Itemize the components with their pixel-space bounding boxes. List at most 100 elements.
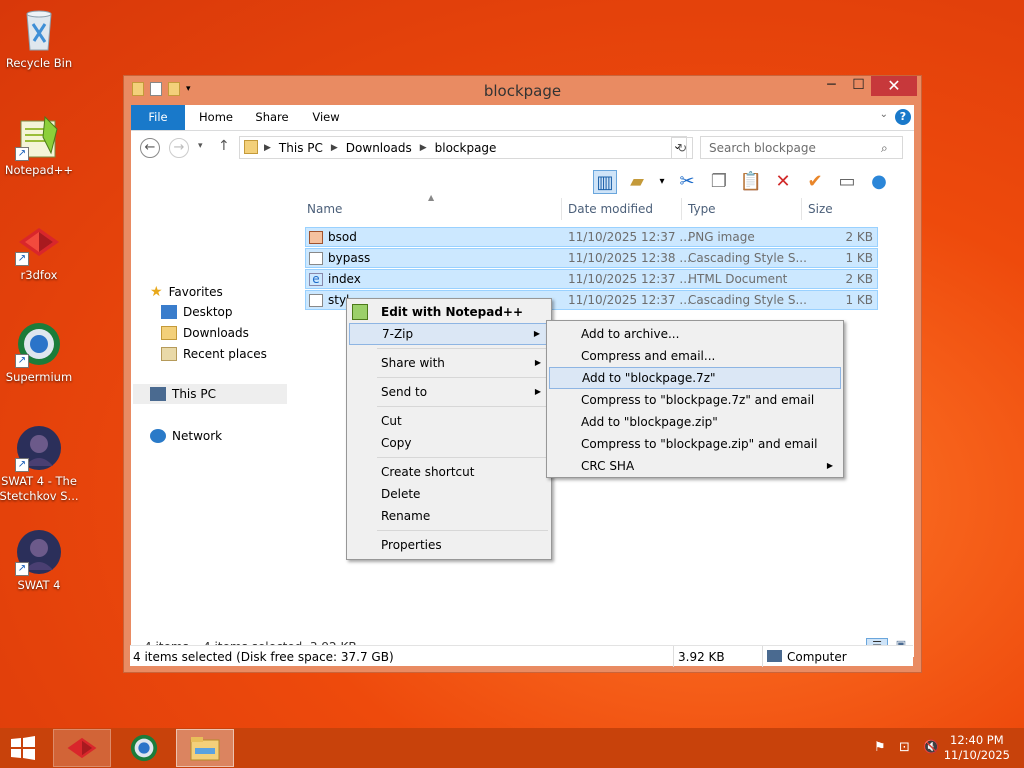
nav-label: Desktop <box>183 305 233 319</box>
title-bar[interactable]: ▾ blockpage ─ ☐ ✕ <box>124 76 921 105</box>
dropdown-icon[interactable]: ▾ <box>657 170 667 194</box>
breadcrumb-this-pc[interactable]: This PC <box>279 141 323 155</box>
menu-item-compress-zip-email[interactable]: Compress to "blockpage.zip" and email <box>549 433 841 455</box>
ribbon-tabs: File Home Share View ⌄ ? <box>131 105 914 131</box>
menu-separator <box>377 348 548 349</box>
nav-desktop[interactable]: Desktop <box>161 305 233 319</box>
column-type[interactable]: Type <box>688 202 716 216</box>
nav-network[interactable]: Network <box>150 429 222 443</box>
search-input[interactable]: Search blockpage <box>700 136 903 159</box>
column-date-modified[interactable]: Date modified <box>568 202 653 216</box>
desktop-icon-label: Supermium <box>5 370 73 384</box>
recent-locations-icon[interactable]: ▾ <box>198 141 203 151</box>
breadcrumb-separator-icon[interactable]: ▶ <box>264 143 271 153</box>
volume-muted-icon[interactable]: 🔇 <box>923 740 939 755</box>
column-divider[interactable] <box>561 198 562 220</box>
menu-item-delete[interactable]: Delete <box>349 483 549 505</box>
back-button[interactable]: ← <box>140 138 160 158</box>
desktop-icon-swat4[interactable]: ↗ SWAT 4 <box>0 528 81 593</box>
file-row-bypass[interactable]: bypass 11/10/2025 12:38 ... Cascading St… <box>305 248 878 268</box>
column-name[interactable]: Name <box>307 202 342 216</box>
file-type: Cascading Style S... <box>688 293 807 307</box>
menu-item-create-shortcut[interactable]: Create shortcut <box>349 461 549 483</box>
desktop-icon-label: SWAT 4 <box>17 578 61 592</box>
file-size: 2 KB <box>845 272 873 286</box>
cut-icon[interactable]: ✂ <box>675 170 699 194</box>
file-type: PNG image <box>688 230 755 244</box>
taskbar-r3dfox[interactable] <box>53 729 111 767</box>
breadcrumb-separator-icon[interactable]: ▶ <box>420 143 427 153</box>
forward-button[interactable]: → <box>169 138 189 158</box>
desktop-icon-recycle-bin[interactable]: Recycle Bin <box>0 6 81 71</box>
swat4-icon: ↗ <box>15 528 63 576</box>
shortcut-arrow-icon: ↗ <box>15 354 29 368</box>
desktop-icon-supermium[interactable]: ↗ Supermium <box>0 320 81 385</box>
tab-view[interactable]: View <box>307 105 345 130</box>
breadcrumb-separator-icon[interactable]: ▶ <box>331 143 338 153</box>
menu-item-compress-and-email[interactable]: Compress and email... <box>549 345 841 367</box>
network-globe-icon[interactable]: ● <box>867 170 891 194</box>
menu-item-add-to-archive[interactable]: Add to archive... <box>549 323 841 345</box>
system-clock[interactable]: 12:40 PM 11/10/2025 <box>944 733 1010 763</box>
menu-item-add-to-7z[interactable]: Add to "blockpage.7z" <box>549 367 841 389</box>
menu-item-label: Send to <box>381 385 428 399</box>
maximize-button[interactable]: ☐ <box>845 76 872 96</box>
taskbar-supermium[interactable] <box>115 729 173 767</box>
copy-icon[interactable]: ❐ <box>707 170 731 194</box>
nav-downloads[interactable]: Downloads <box>161 326 249 340</box>
column-divider[interactable] <box>801 198 802 220</box>
refresh-icon[interactable]: ↻ <box>671 137 693 159</box>
desktop-icon-notepadpp[interactable]: ↗ Notepad++ <box>0 113 81 178</box>
menu-item-share-with[interactable]: Share with ▶ <box>349 352 549 374</box>
clock-time: 12:40 PM <box>950 733 1004 747</box>
delete-icon[interactable]: ✕ <box>771 170 795 194</box>
expand-ribbon-icon[interactable]: ⌄ <box>880 109 888 120</box>
menu-item-properties[interactable]: Properties <box>349 534 549 556</box>
file-size: 1 KB <box>845 293 873 307</box>
menu-item-send-to[interactable]: Send to ▶ <box>349 381 549 403</box>
file-date: 11/10/2025 12:38 ... <box>568 251 691 265</box>
menu-item-cut[interactable]: Cut <box>349 410 549 432</box>
menu-item-edit-notepadpp[interactable]: Edit with Notepad++ <box>349 301 549 323</box>
minimize-button[interactable]: ─ <box>818 76 845 96</box>
nav-label: Network <box>172 429 223 443</box>
nav-this-pc[interactable]: This PC <box>133 384 287 404</box>
start-button[interactable] <box>0 729 46 767</box>
check-icon[interactable]: ✔ <box>803 170 827 194</box>
paste-icon[interactable]: 📋 <box>739 170 763 194</box>
nav-favorites[interactable]: ★ Favorites <box>150 284 223 300</box>
menu-item-copy[interactable]: Copy <box>349 432 549 454</box>
column-size[interactable]: Size <box>808 202 833 216</box>
network-status-icon[interactable]: ⊡ <box>899 740 910 755</box>
properties-folder-icon[interactable]: ▰ <box>625 170 649 194</box>
help-icon[interactable]: ? <box>895 109 911 125</box>
shortcut-arrow-icon: ↗ <box>15 562 29 576</box>
tab-home[interactable]: Home <box>193 105 239 130</box>
taskbar: ⚑ ⊡ 🔇 12:40 PM 11/10/2025 <box>0 728 1024 768</box>
menu-item-rename[interactable]: Rename <box>349 505 549 527</box>
desktop-icon-swat4-stetchkov[interactable]: ↗ SWAT 4 - The Stetchkov S... <box>0 424 81 504</box>
nav-recent-places[interactable]: Recent places <box>161 347 267 361</box>
tab-file[interactable]: File <box>131 105 185 130</box>
rename-icon[interactable]: ▭ <box>835 170 859 194</box>
menu-separator <box>377 530 548 531</box>
column-divider[interactable] <box>681 198 682 220</box>
action-center-flag-icon[interactable]: ⚑ <box>874 740 886 755</box>
taskbar-file-explorer[interactable] <box>176 729 234 767</box>
desktop-icon-r3dfox[interactable]: ↗ r3dfox <box>0 218 81 283</box>
tab-share[interactable]: Share <box>251 105 293 130</box>
menu-item-add-to-zip[interactable]: Add to "blockpage.zip" <box>549 411 841 433</box>
file-row-bsod[interactable]: bsod 11/10/2025 12:37 ... PNG image 2 KB <box>305 227 878 247</box>
breadcrumb-blockpage[interactable]: blockpage <box>435 141 497 155</box>
breadcrumb-downloads[interactable]: Downloads <box>346 141 412 155</box>
menu-item-crc-sha[interactable]: CRC SHA ▶ <box>549 455 841 477</box>
address-bar[interactable]: ▶ This PC ▶ Downloads ▶ blockpage ⌄ <box>239 136 687 159</box>
menu-item-7zip[interactable]: 7-Zip ▶ <box>349 323 549 345</box>
preview-pane-icon[interactable]: ▥ <box>593 170 617 194</box>
address-row: ← → ▾ ↑ ▶ This PC ▶ Downloads ▶ blockpag… <box>131 131 914 165</box>
divider <box>673 646 674 667</box>
menu-item-compress-7z-email[interactable]: Compress to "blockpage.7z" and email <box>549 389 841 411</box>
close-button[interactable]: ✕ <box>871 76 917 96</box>
up-button[interactable]: ↑ <box>218 138 230 154</box>
file-row-index[interactable]: e index 11/10/2025 12:37 ... HTML Docume… <box>305 269 878 289</box>
